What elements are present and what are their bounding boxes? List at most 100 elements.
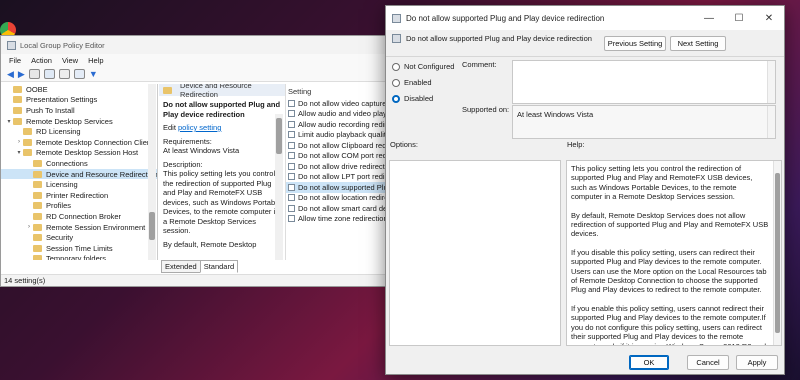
supported-on-field: At least Windows Vista [512,105,776,139]
tree-item[interactable]: Connections [1,158,157,169]
policy-setting-icon [288,99,295,107]
supported-on-label: Supported on: [462,105,510,114]
show-hide-tree-icon[interactable] [28,69,40,79]
folder-icon [13,117,22,125]
help-paragraph: By default, Remote Desktop Services does… [571,210,769,239]
tree-item-label: Device and Resource Redirection [46,169,158,179]
folder-icon [23,149,32,157]
radio-not-configured-circle[interactable] [392,62,400,71]
expand-chevron-icon[interactable]: › [25,224,33,230]
tree-scrollbar[interactable] [148,84,156,260]
setting-label: Do not allow COM port redirec [298,151,393,161]
radio-disabled[interactable]: Disabled [392,94,433,103]
setting-row[interactable]: Do not allow COM port redirec [286,151,393,162]
tree-item[interactable]: ▾ Remote Desktop Session Host [1,148,157,159]
setting-row[interactable]: Allow audio recording redirect [286,119,393,130]
tab-standard[interactable]: Standard [199,260,239,273]
gpe-toolbar: ◀ ▶ ▼ [1,67,391,82]
expand-chevron-icon[interactable]: ▾ [5,118,13,125]
menu-action[interactable]: Action [31,56,52,65]
menu-view[interactable]: View [62,56,78,65]
radio-not-configured[interactable]: Not Configured [392,62,454,71]
setting-row[interactable]: Allow audio and video playba [286,109,393,120]
filter-icon[interactable]: ▼ [89,69,98,79]
setting-row[interactable]: Limit audio playback quality [286,130,393,141]
tree-item[interactable]: Profiles [1,201,157,212]
options-panel [389,160,561,346]
folder-icon [33,234,42,242]
tree-item-label: Push To Install [26,105,75,115]
setting-row[interactable]: Allow time zone redirection [286,214,393,225]
previous-setting-button[interactable]: Previous Setting [604,36,666,51]
setting-row[interactable]: Do not allow smart card device [286,203,393,214]
requirements-value: At least Windows Vista [163,146,240,155]
tree-scroll-thumb[interactable] [149,212,155,240]
tree-item[interactable]: › Remote Desktop Connection Client [1,137,157,148]
help-icon[interactable] [73,69,85,79]
comment-scrollbar[interactable] [767,61,775,103]
setting-label: Allow audio and video playba [298,109,393,119]
properties-icon[interactable] [58,69,70,79]
radio-disabled-circle[interactable] [392,94,400,103]
mid-pane-header-label: Device and Resource Redirection [180,84,252,99]
cancel-button[interactable]: Cancel [687,355,729,370]
expand-chevron-icon[interactable]: › [15,139,23,145]
supported-on-scrollbar[interactable] [767,106,775,138]
setting-row[interactable]: Do not allow LPT port redirecti [286,172,393,183]
menu-help[interactable]: Help [88,56,103,65]
ok-button[interactable]: OK [629,355,669,370]
tab-extended[interactable]: Extended [161,260,201,273]
edit-policy-link[interactable]: policy setting [178,123,221,132]
setting-column-header[interactable]: Setting [286,84,393,98]
description-scrollbar[interactable] [275,114,283,260]
tree-item[interactable]: Security [1,232,157,243]
next-setting-button[interactable]: Next Setting [670,36,726,51]
gpe-title: Local Group Policy Editor [20,40,105,50]
tree-item[interactable]: Temporary folders [1,254,157,260]
setting-row[interactable]: Do not allow location redirecti [286,193,393,204]
back-arrow-icon[interactable]: ◀ [7,69,14,80]
tree-item[interactable]: OOBE [1,84,157,95]
folder-icon [33,244,42,252]
radio-enabled-circle[interactable] [392,78,400,87]
tree-item[interactable]: RD Connection Broker [1,211,157,222]
help-panel: This policy setting lets you control the… [566,160,782,346]
tree-item[interactable]: Push To Install [1,105,157,116]
help-paragraph: This policy setting lets you control the… [571,164,753,202]
tree-item[interactable]: Session Time Limits [1,243,157,254]
radio-not-configured-label: Not Configured [404,62,455,71]
folder-icon [33,191,42,199]
close-icon[interactable]: ✕ [754,6,784,30]
up-one-level-icon[interactable] [43,69,55,79]
tree-item[interactable]: Presentation Settings [1,95,157,106]
radio-enabled[interactable]: Enabled [392,78,432,87]
tree-item[interactable]: Printer Redirection [1,190,157,201]
setting-label: Do not allow video capture redi [298,98,393,108]
comment-textarea[interactable] [512,60,776,104]
policy-description-pane: Device and Resource Redirection Do not a… [159,84,285,260]
description-scroll-thumb[interactable] [276,118,282,154]
maximize-icon[interactable]: ☐ [724,6,754,30]
menu-file[interactable]: File [9,56,21,65]
edit-line: Edit policy setting [163,123,281,133]
folder-icon [13,96,22,104]
setting-row[interactable]: Do not allow Clipboard redirec [286,140,393,151]
tree-item[interactable]: › Remote Session Environment [1,222,157,233]
help-scrollbar[interactable] [773,161,781,345]
tree-item[interactable]: RD Licensing [1,126,157,137]
help-paragraph: If you disable this policy setting, user… [571,247,767,295]
tree-item[interactable]: Licensing [1,179,157,190]
setting-row[interactable]: Do not allow drive redirection [286,161,393,172]
tree-item-label: Remote Desktop Connection Client [36,137,154,147]
forward-arrow-icon[interactable]: ▶ [18,69,25,80]
tree-item[interactable]: Device and Resource Redirection [1,168,158,180]
help-scroll-thumb[interactable] [775,173,780,333]
apply-button[interactable]: Apply [736,355,778,370]
group-policy-editor-window: Local Group Policy Editor File Action Vi… [0,35,393,287]
setting-row[interactable]: Do not allow video capture redi [286,98,393,109]
tree-item[interactable]: ▾ Remote Desktop Services [1,116,157,127]
setting-row[interactable]: Do not allow supported Plug a [286,182,393,193]
policy-setting-icon [288,173,295,181]
minimize-icon[interactable]: — [694,6,724,30]
expand-chevron-icon[interactable]: ▾ [15,149,23,156]
